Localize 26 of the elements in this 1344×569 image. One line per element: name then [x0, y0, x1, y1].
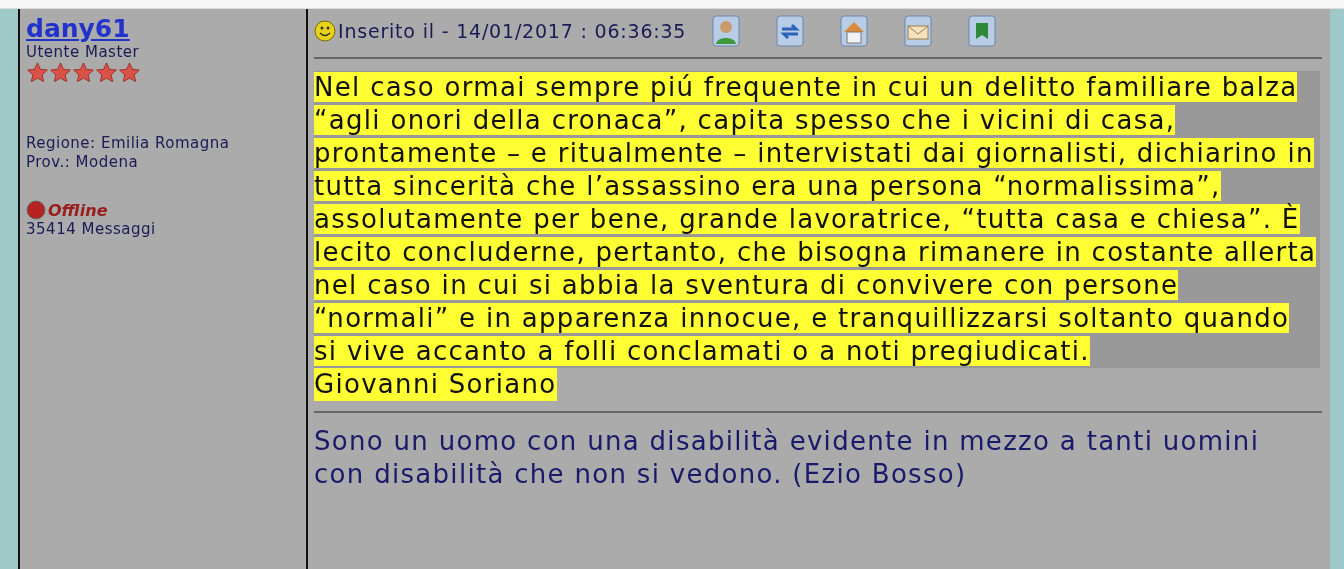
star-icon	[118, 62, 141, 84]
house-icon	[840, 15, 869, 47]
star-icon	[26, 62, 49, 84]
arrows-icon	[776, 15, 805, 47]
bookmark-button[interactable]	[968, 15, 997, 47]
user-region: Regione: Emilia Romagna	[26, 134, 231, 153]
username-link[interactable]: dany61	[26, 15, 130, 43]
quote-button[interactable]	[776, 15, 805, 47]
post-date: Inserito il - 14/01/2017 : 06:36:35	[338, 20, 687, 42]
quote-author: Giovanni Soriano	[314, 368, 557, 401]
star-icon	[49, 62, 72, 84]
signature-text: Sono un uomo con una disabilità evidente in mezzo a tanti uomini con disabilità che non si vedono. (Ezio Bosso)	[314, 425, 1261, 491]
person-icon	[712, 15, 741, 47]
quote-text: Nel caso ormai sempre piú frequente in cui un delitto familiare balza “agli onori della cronaca”, capita spesso che i vicini di casa, prontamente – e ritualmente – intervistati dai giornalisti, dichiarino in tutta sincerità che l’assassino era una persona “normalissima”, assolutamente per bene, grande lavoratrice, “tutta casa e chiesa”. È lecito concluderne, pertanto, che bisogna rimanere in costante allerta nel caso in cui si abbia la sventura di convivere con persone “normali” e in apparenza innocue, e tranquillizzarsi soltanto quando si vive accanto a folli conclamati o a noti pregiudicati.	[314, 71, 1320, 368]
home-button[interactable]	[840, 15, 869, 47]
post-count: 35414 Messaggi	[26, 220, 157, 239]
user-rank: Utente Master	[26, 43, 141, 62]
status-label: Offline	[48, 200, 108, 220]
profile-button[interactable]	[712, 15, 741, 47]
user-province: Prov.: Modena	[26, 153, 140, 172]
smiley-icon	[314, 20, 336, 42]
email-button[interactable]	[904, 15, 933, 47]
envelope-icon	[904, 15, 933, 47]
star-icon	[95, 62, 118, 84]
page-icon	[968, 15, 997, 47]
star-icon	[72, 62, 95, 84]
